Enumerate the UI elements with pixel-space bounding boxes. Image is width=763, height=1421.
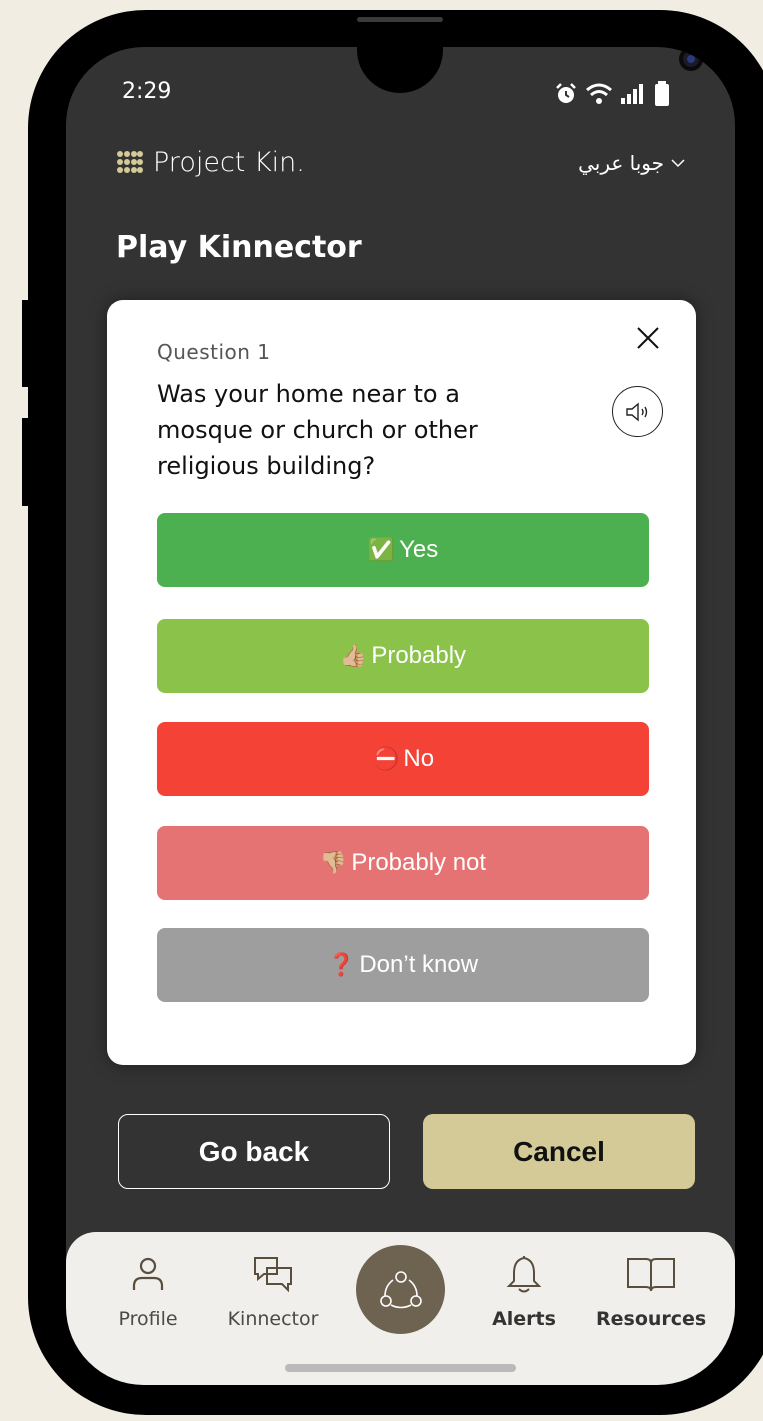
question-number: Question 1 — [157, 340, 271, 364]
thumbs-up-icon: 👍🏼 — [339, 643, 368, 668]
answer-probably-button[interactable]: 👍🏼 Probably — [157, 619, 649, 693]
network-icon — [379, 1270, 422, 1308]
tab-profile[interactable]: Profile — [93, 1250, 203, 1330]
answer-label: Yes — [399, 536, 439, 563]
chat-icon — [254, 1257, 292, 1293]
answer-label: No — [403, 745, 435, 772]
book-icon — [627, 1258, 675, 1292]
question-card: Question 1 Was your home near to a mosqu… — [107, 300, 696, 1065]
battery-icon — [655, 81, 669, 106]
chevron-down-icon — [671, 159, 685, 168]
close-icon[interactable] — [634, 324, 662, 352]
home-indicator[interactable] — [285, 1364, 516, 1372]
camera-notch — [357, 47, 703, 93]
answer-no-button[interactable]: ⛔ No — [157, 722, 649, 796]
question-mark-icon: ❓ — [327, 952, 356, 977]
answer-label: Probably — [371, 642, 467, 669]
answer-dont-know-button[interactable]: ❓ Don’t know — [157, 928, 649, 1002]
app-screen: 2:29 Project Kin. جوبا عربي Play Kinnect… — [66, 47, 735, 1385]
wifi-icon — [586, 83, 612, 104]
cancel-button[interactable]: Cancel — [423, 1114, 695, 1189]
no-entry-icon: ⛔ — [371, 746, 400, 771]
answer-yes-button[interactable]: ✅ Yes — [157, 513, 649, 587]
person-icon — [132, 1257, 164, 1290]
answer-probably-not-button[interactable]: 👎🏼 Probably not — [157, 826, 649, 900]
answer-label: Don’t know — [359, 951, 479, 978]
go-back-button[interactable]: Go back — [118, 1114, 390, 1189]
thumbs-down-icon: 👎🏼 — [319, 850, 348, 875]
signal-icon — [621, 84, 643, 104]
question-text: Was your home near to a mosque or church… — [157, 380, 478, 480]
tab-kinnector[interactable]: Kinnector — [218, 1250, 328, 1330]
bottom-tab-bar: Profile Kinnector Alerts Resources — [66, 1232, 735, 1385]
tab-alerts[interactable]: Alerts — [469, 1250, 579, 1330]
status-time: 2:29 — [122, 79, 172, 104]
speaker-slit — [357, 17, 443, 22]
app-header: Project Kin. جوبا عربي — [116, 147, 686, 181]
language-label: جوبا عربي — [578, 151, 664, 175]
answer-label: Probably not — [351, 849, 487, 876]
tab-label: Alerts — [492, 1308, 556, 1330]
language-selector[interactable]: جوبا عربي — [578, 151, 686, 175]
page-title: Play Kinnector — [116, 230, 362, 265]
camera-icon — [679, 47, 703, 71]
tab-label: Resources — [596, 1308, 707, 1330]
brand-name: Project Kin. — [153, 147, 305, 178]
tab-resources[interactable]: Resources — [596, 1250, 706, 1330]
logo-icon — [117, 151, 143, 173]
bell-icon — [506, 1255, 542, 1293]
tab-label: Profile — [118, 1308, 178, 1330]
speaker-icon — [625, 402, 647, 421]
tab-label: Kinnector — [227, 1308, 319, 1330]
read-aloud-button[interactable] — [612, 386, 663, 437]
status-icons — [554, 81, 670, 107]
alarm-icon — [556, 83, 576, 103]
check-icon: ✅ — [367, 537, 396, 562]
tab-network[interactable] — [356, 1245, 445, 1334]
